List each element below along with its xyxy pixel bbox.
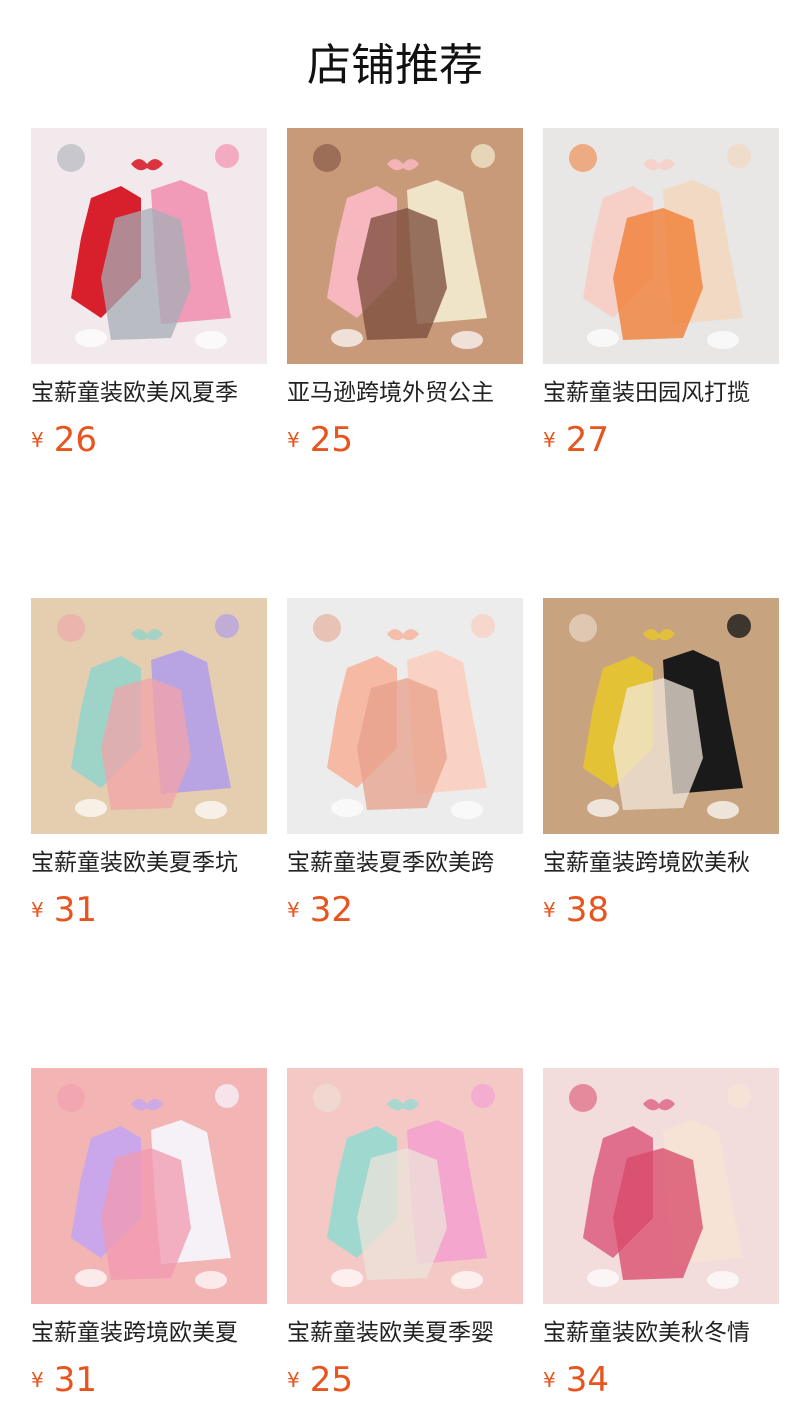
price-amount: 31 (53, 890, 97, 930)
currency-symbol: ¥ (543, 428, 556, 452)
product-price: ¥31 (31, 1360, 267, 1406)
product-card[interactable]: 宝薪童装欧美夏季婴 ¥25 (287, 1068, 523, 1406)
price-amount: 27 (565, 420, 609, 460)
currency-symbol: ¥ (287, 1368, 300, 1392)
product-price: ¥25 (287, 420, 523, 466)
product-image[interactable] (31, 1068, 267, 1304)
product-image[interactable] (287, 1068, 523, 1304)
currency-symbol: ¥ (31, 1368, 44, 1392)
currency-symbol: ¥ (287, 898, 300, 922)
price-amount: 25 (309, 1360, 353, 1400)
price-amount: 34 (565, 1360, 609, 1400)
currency-symbol: ¥ (31, 428, 44, 452)
product-price: ¥27 (543, 420, 779, 466)
product-name[interactable]: 亚马逊跨境外贸公主 (287, 378, 523, 408)
product-card[interactable]: 亚马逊跨境外贸公主 ¥25 (287, 128, 523, 466)
product-price: ¥32 (287, 890, 523, 936)
product-card[interactable]: 宝薪童装跨境欧美秋 ¥38 (543, 598, 779, 936)
price-amount: 26 (53, 420, 97, 460)
product-name[interactable]: 宝薪童装跨境欧美秋 (543, 848, 779, 878)
baby-romper-set-image (31, 128, 267, 364)
product-name[interactable]: 宝薪童装欧美夏季坑 (31, 848, 267, 878)
product-card[interactable]: 宝薪童装田园风打揽 ¥27 (543, 128, 779, 466)
product-card[interactable]: 宝薪童装欧美秋冬情 ¥34 (543, 1068, 779, 1406)
floral-smock-dress-image (287, 1068, 523, 1304)
price-amount: 32 (309, 890, 353, 930)
product-card[interactable]: 宝薪童装欧美夏季坑 ¥31 (31, 598, 267, 936)
currency-symbol: ¥ (31, 898, 44, 922)
currency-symbol: ¥ (543, 1368, 556, 1392)
currency-symbol: ¥ (543, 898, 556, 922)
product-card[interactable]: 宝薪童装跨境欧美夏 ¥31 (31, 1068, 267, 1406)
tutu-dress-image (287, 128, 523, 364)
product-image[interactable] (543, 598, 779, 834)
price-amount: 25 (309, 420, 353, 460)
product-name[interactable]: 宝薪童装欧美风夏季 (31, 378, 267, 408)
product-price: ¥25 (287, 1360, 523, 1406)
product-price: ¥34 (543, 1360, 779, 1406)
product-image[interactable] (287, 598, 523, 834)
product-name[interactable]: 宝薪童装跨境欧美夏 (31, 1318, 267, 1348)
currency-symbol: ¥ (287, 428, 300, 452)
product-image[interactable] (31, 598, 267, 834)
heart-footie-pajamas-image (543, 1068, 779, 1304)
floral-tutu-romper-image (543, 128, 779, 364)
product-name[interactable]: 宝薪童装田园风打揽 (543, 378, 779, 408)
product-name[interactable]: 宝薪童装欧美秋冬情 (543, 1318, 779, 1348)
product-name[interactable]: 宝薪童装欧美夏季婴 (287, 1318, 523, 1348)
tulle-party-dress-image (31, 1068, 267, 1304)
product-card[interactable]: 宝薪童装夏季欧美跨 ¥32 (287, 598, 523, 936)
product-image[interactable] (31, 128, 267, 364)
plaid-pinafore-image (543, 598, 779, 834)
product-image[interactable] (543, 128, 779, 364)
product-price: ¥38 (543, 890, 779, 936)
price-amount: 38 (565, 890, 609, 930)
product-price: ¥26 (31, 420, 267, 466)
product-name[interactable]: 宝薪童装夏季欧美跨 (287, 848, 523, 878)
price-amount: 31 (53, 1360, 97, 1400)
daisy-overalls-image (31, 598, 267, 834)
product-card[interactable]: 宝薪童装欧美风夏季 ¥26 (31, 128, 267, 466)
product-price: ¥31 (31, 890, 267, 936)
product-image[interactable] (287, 128, 523, 364)
page-title: 店铺推荐 (307, 40, 483, 91)
product-image[interactable] (543, 1068, 779, 1304)
lace-bow-dress-image (287, 598, 523, 834)
product-grid: 宝薪童装欧美风夏季 ¥26 亚马逊跨境外贸公主 ¥25 宝薪童装田园风打揽 ¥27 宝薪童装… (31, 128, 779, 1406)
